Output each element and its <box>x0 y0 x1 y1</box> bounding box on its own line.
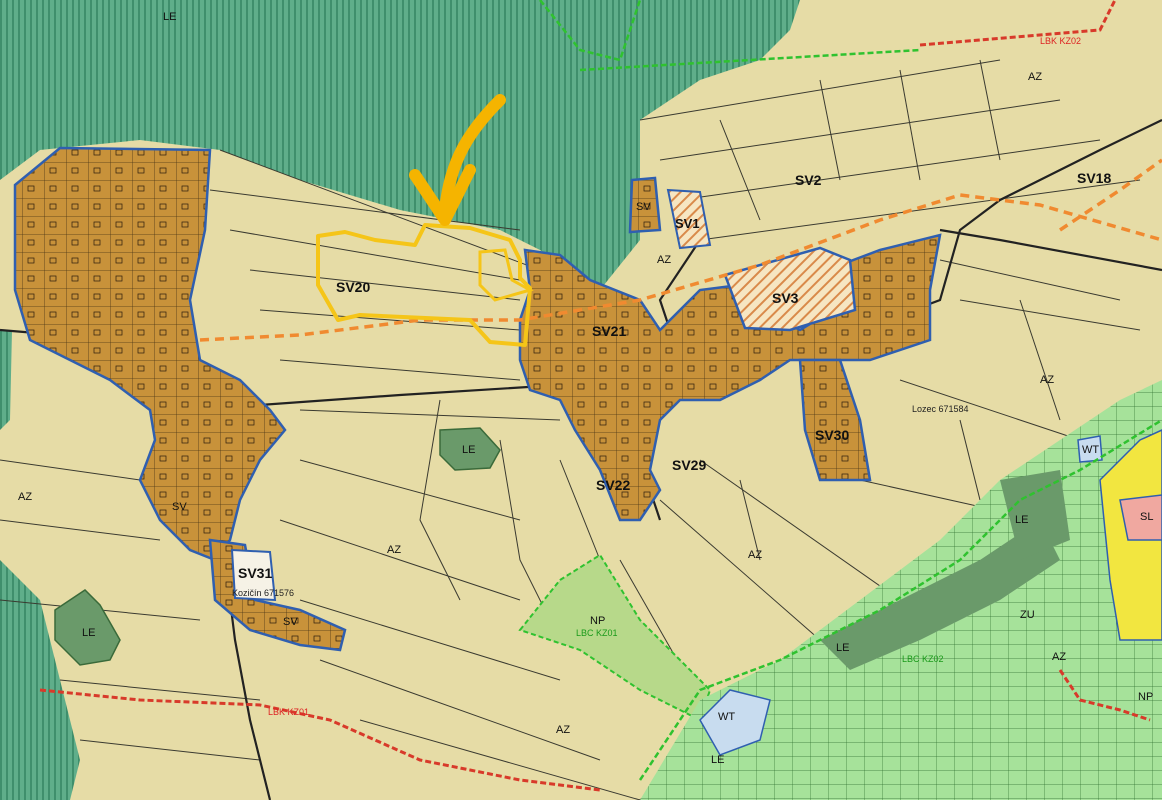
label-sv-bottom: SV <box>283 616 298 628</box>
label-az-left: AZ <box>18 491 32 503</box>
label-az-bottom: AZ <box>556 724 570 736</box>
label-lozec: Lozec 671584 <box>912 404 969 414</box>
label-sv20: SV20 <box>336 279 370 295</box>
label-az-bottom-right: AZ <box>1052 651 1066 663</box>
label-le-top: LE <box>163 11 176 23</box>
label-sv3: SV3 <box>772 290 799 306</box>
label-sv-left: SV <box>172 501 187 513</box>
label-lbk-top: LBK KZ02 <box>1040 36 1081 46</box>
label-az-right: AZ <box>1040 374 1054 386</box>
label-sv1: SV1 <box>675 216 700 231</box>
label-sv29: SV29 <box>672 457 706 473</box>
label-kozicin: Kozičín 671576 <box>232 588 294 598</box>
label-le-bottom: LE <box>711 754 724 766</box>
label-le-right: LE <box>1015 514 1028 526</box>
zoning-map[interactable]: LE SV2 SV18 SV1 SV AZ AZ SV20 SV3 SV21 S… <box>0 0 1162 800</box>
label-lbc-kz02: LBC KZ02 <box>902 654 944 664</box>
label-le-center: LE <box>462 444 475 456</box>
label-lbc-kz01: LBC KZ01 <box>576 628 618 638</box>
label-sv-small: SV <box>636 201 651 213</box>
label-sv31: SV31 <box>238 565 272 581</box>
label-az-a: AZ <box>657 254 671 266</box>
label-az-top: AZ <box>1028 71 1042 83</box>
label-lbk-kz01: LBK KZ01 <box>268 707 309 717</box>
label-le-bottom-mid: LE <box>836 642 849 654</box>
label-wt-right: WT <box>1082 444 1099 456</box>
label-zu: ZU <box>1020 609 1035 621</box>
label-wt-bottom: WT <box>718 711 735 723</box>
label-le-left: LE <box>82 627 95 639</box>
label-sv21: SV21 <box>592 323 626 339</box>
label-az-center: AZ <box>748 549 762 561</box>
label-sv2: SV2 <box>795 172 822 188</box>
label-sv18: SV18 <box>1077 170 1111 186</box>
label-sv30: SV30 <box>815 427 849 443</box>
label-sv22: SV22 <box>596 477 630 493</box>
label-az-mid: AZ <box>387 544 401 556</box>
label-np: NP <box>590 615 605 627</box>
label-sl: SL <box>1140 511 1153 523</box>
label-np-right: NP <box>1138 691 1153 703</box>
